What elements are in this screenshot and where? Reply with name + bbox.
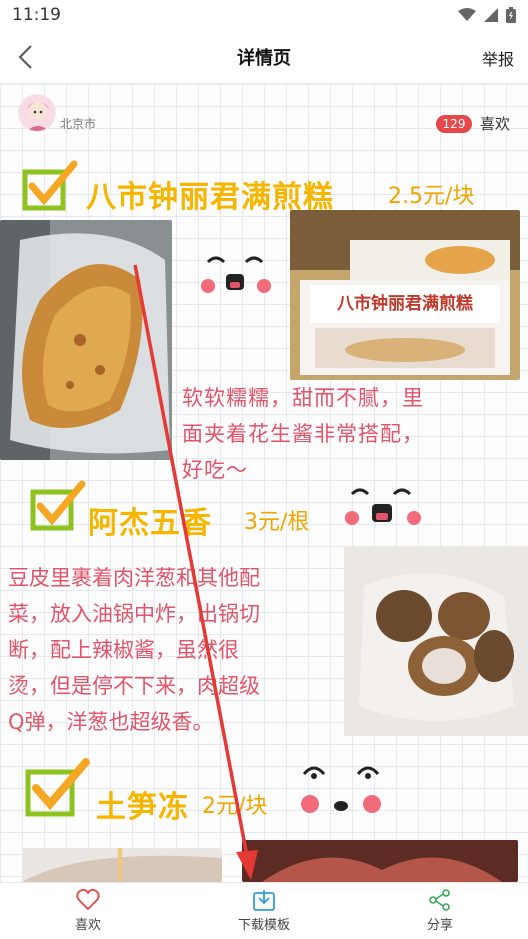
description-line: 软软糯糯，甜而不腻，里	[182, 386, 424, 410]
back-arrow-icon[interactable]	[14, 44, 40, 70]
bottom-action-bar: 喜欢 下载模板 分享	[0, 882, 528, 939]
user-city: 北京市	[60, 117, 97, 131]
checkbox-check-icon	[22, 160, 78, 211]
like-count-label: 喜欢	[480, 115, 511, 133]
description-line: 菜，放入油锅中炸，出锅切	[8, 602, 260, 626]
description-line: 面夹着花生酱非常搭配，	[182, 422, 424, 446]
description-line: 烫，但是停不下来，肉超级	[8, 674, 260, 698]
like-tab-label: 喜欢	[74, 918, 101, 933]
checkbox-check-icon	[30, 480, 86, 531]
section-2-title: 阿杰五香	[88, 506, 212, 541]
description-line: 豆皮里裹着肉洋葱和其他配	[8, 566, 260, 590]
section-2-description: 豆皮里裹着肉洋葱和其他配 菜，放入油锅中炸，出锅切 断，配上辣椒酱，虽然很 烫，…	[8, 560, 344, 740]
signal-icon	[484, 8, 498, 22]
heart-icon	[76, 889, 100, 911]
section-3-price: 2元/块	[202, 794, 268, 819]
section-3-photo-2	[242, 840, 518, 882]
template-content: 北京市 129 喜欢 八市钟丽君满煎糕 2.5元/块 八市钟丽君满煎糕 软软糯糯…	[0, 84, 528, 882]
battery-icon	[506, 7, 516, 23]
avatar[interactable]	[18, 94, 56, 132]
section-1-description: 软软糯糯，甜而不腻，里 面夹着花生酱非常搭配， 好吃～	[182, 380, 512, 488]
report-button[interactable]: 举报	[482, 46, 514, 70]
nav-bar: 详情页 举报	[0, 30, 528, 84]
section-3-photo-1	[22, 848, 222, 882]
like-tab[interactable]: 喜欢	[0, 883, 176, 939]
status-bar: 11:19	[0, 0, 528, 30]
like-count-badge: 129	[436, 115, 472, 133]
section-1-photo-food	[0, 220, 172, 460]
wifi-icon	[458, 8, 476, 21]
download-tab-label: 下载模板	[237, 918, 290, 933]
download-template-tab[interactable]: 下载模板	[176, 883, 352, 939]
share-tab[interactable]: 分享	[352, 883, 528, 939]
section-1-price: 2.5元/块	[388, 184, 475, 209]
section-3-title: 土笋冻	[96, 790, 189, 825]
cute-face-sticker-3	[301, 766, 381, 813]
status-time: 11:19	[12, 5, 61, 25]
checkbox-check-icon	[25, 758, 90, 817]
section-2-photo-food	[344, 546, 528, 736]
cute-face-sticker-2	[345, 488, 421, 525]
description-line: Q弹，洋葱也超级香。	[8, 710, 214, 734]
user-row: 北京市 129 喜欢	[0, 84, 528, 144]
section-2-price: 3元/根	[244, 510, 310, 535]
shop-sign-text: 八市钟丽君满煎糕	[337, 293, 473, 314]
section-1-photo-shop: 八市钟丽君满煎糕	[290, 210, 520, 380]
page-title: 详情页	[237, 47, 291, 69]
download-icon	[253, 890, 275, 911]
status-icons	[458, 7, 516, 23]
description-line: 断，配上辣椒酱，虽然很	[8, 638, 239, 662]
share-icon	[429, 889, 450, 911]
cute-face-sticker-1	[201, 256, 271, 293]
share-tab-label: 分享	[426, 918, 453, 933]
